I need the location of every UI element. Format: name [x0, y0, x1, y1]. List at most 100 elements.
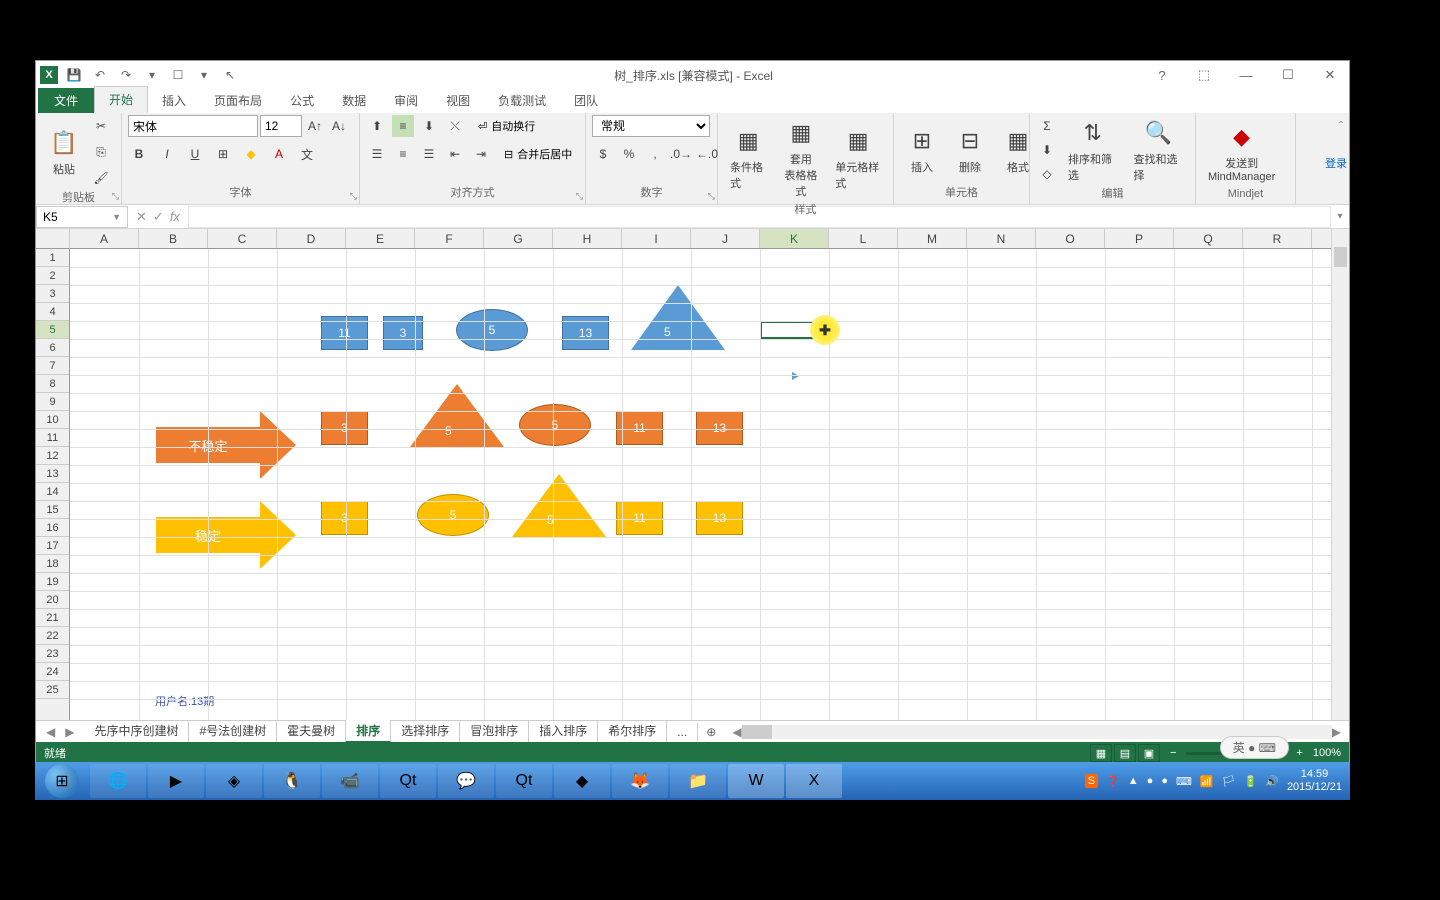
- paste-button[interactable]: 📋 粘贴: [42, 125, 86, 179]
- row-header[interactable]: 13: [36, 465, 69, 483]
- task-vs[interactable]: ◈: [206, 764, 262, 798]
- tray-flag-icon[interactable]: 🏳: [1222, 775, 1236, 788]
- sheet-prev-icon[interactable]: ◀: [46, 725, 55, 739]
- cut-icon[interactable]: ✂: [90, 115, 112, 137]
- task-potplayer[interactable]: ▶: [148, 764, 204, 798]
- row-header[interactable]: 1: [36, 249, 69, 267]
- help-icon[interactable]: ?: [1147, 65, 1177, 85]
- tray-sogou-icon[interactable]: S: [1085, 774, 1098, 788]
- orientation-icon[interactable]: ⤬: [444, 115, 466, 137]
- col-header[interactable]: K: [760, 229, 829, 248]
- sheet-more[interactable]: ...: [667, 723, 698, 741]
- percent-icon[interactable]: %: [618, 143, 640, 165]
- row-header[interactable]: 7: [36, 357, 69, 375]
- cancel-formula-icon[interactable]: ✕: [136, 209, 147, 225]
- tray-app2-icon[interactable]: ●: [1161, 775, 1168, 787]
- clear-icon[interactable]: ◇: [1036, 163, 1058, 185]
- add-sheet-icon[interactable]: ⊕: [698, 725, 724, 739]
- table-format-button[interactable]: ▦套用 表格格式: [777, 115, 826, 201]
- col-header[interactable]: E: [346, 229, 415, 248]
- cursor-icon[interactable]: ↖: [220, 65, 240, 85]
- format-painter-icon[interactable]: 🖌: [90, 167, 112, 189]
- row-header[interactable]: 12: [36, 447, 69, 465]
- task-explorer[interactable]: 📁: [670, 764, 726, 798]
- sheet-tab[interactable]: 希尔排序: [598, 720, 667, 743]
- task-mindjet[interactable]: ◆: [554, 764, 610, 798]
- zoom-out-icon[interactable]: −: [1170, 747, 1176, 759]
- row-header[interactable]: 15: [36, 501, 69, 519]
- row-header[interactable]: 8: [36, 375, 69, 393]
- col-header[interactable]: H: [553, 229, 622, 248]
- expand-formula-icon[interactable]: ▾: [1331, 211, 1349, 222]
- save-icon[interactable]: 💾: [64, 65, 84, 85]
- row-header[interactable]: 3: [36, 285, 69, 303]
- sort-filter-button[interactable]: ⇅排序和筛选: [1062, 115, 1124, 185]
- increase-font-icon[interactable]: A↑: [304, 115, 326, 137]
- row-header[interactable]: 25: [36, 681, 69, 699]
- task-excel[interactable]: X: [786, 764, 842, 798]
- close-icon[interactable]: ✕: [1315, 65, 1345, 85]
- col-header[interactable]: M: [898, 229, 967, 248]
- align-left-icon[interactable]: ☰: [366, 143, 388, 165]
- wrap-text-button[interactable]: ⏎自动换行: [478, 118, 535, 134]
- touch-icon[interactable]: ☐: [168, 65, 188, 85]
- shape-triangle[interactable]: [631, 285, 725, 350]
- row-header[interactable]: 19: [36, 573, 69, 591]
- align-top-icon[interactable]: ⬆: [366, 115, 388, 137]
- vertical-scrollbar[interactable]: [1331, 229, 1349, 720]
- col-header[interactable]: F: [415, 229, 484, 248]
- fill-color-icon[interactable]: ◆: [240, 143, 262, 165]
- select-all-corner[interactable]: [36, 229, 70, 249]
- undo-icon[interactable]: ↶: [90, 65, 110, 85]
- font-color-icon[interactable]: A: [268, 143, 290, 165]
- align-right-icon[interactable]: ☰: [418, 143, 440, 165]
- row-header[interactable]: 2: [36, 267, 69, 285]
- col-header[interactable]: N: [967, 229, 1036, 248]
- font-launcher-icon[interactable]: ⤡: [350, 191, 357, 202]
- maximize-icon[interactable]: ☐: [1273, 65, 1303, 85]
- increase-decimal-icon[interactable]: .0→: [670, 143, 692, 165]
- tray-up-icon[interactable]: ▲: [1128, 775, 1139, 787]
- shape-rect[interactable]: 3: [321, 411, 368, 445]
- name-box[interactable]: K5▼: [36, 206, 128, 228]
- start-button[interactable]: ⊞: [35, 762, 89, 800]
- redo-icon[interactable]: ↷: [116, 65, 136, 85]
- row-header[interactable]: 6: [36, 339, 69, 357]
- row-header[interactable]: 4: [36, 303, 69, 321]
- hscroll-left-icon[interactable]: ◀: [732, 725, 741, 739]
- col-header[interactable]: G: [484, 229, 553, 248]
- task-chat[interactable]: 💬: [438, 764, 494, 798]
- task-chrome[interactable]: 🌐: [90, 764, 146, 798]
- tray-app1-icon[interactable]: ●: [1147, 775, 1154, 787]
- decrease-indent-icon[interactable]: ⇤: [444, 143, 466, 165]
- row-header[interactable]: 11: [36, 429, 69, 447]
- align-center-icon[interactable]: ≡: [392, 143, 414, 165]
- cells-canvas[interactable]: 11 3 5 13 5 不稳定 3 5 5 11 13 稳定: [70, 249, 1331, 720]
- task-word[interactable]: W: [728, 764, 784, 798]
- col-header[interactable]: R: [1243, 229, 1312, 248]
- sheet-tab[interactable]: 冒泡排序: [460, 720, 529, 743]
- sheet-next-icon[interactable]: ▶: [65, 725, 74, 739]
- font-size-combo[interactable]: [260, 115, 302, 137]
- zoom-level[interactable]: 100%: [1313, 747, 1341, 759]
- fill-icon[interactable]: ⬇: [1036, 139, 1058, 161]
- sheet-tab[interactable]: 排序: [346, 720, 391, 743]
- task-firefox[interactable]: 🦊: [612, 764, 668, 798]
- tab-formulas[interactable]: 公式: [276, 88, 328, 113]
- shape-rect[interactable]: 13: [696, 501, 743, 535]
- row-header[interactable]: 23: [36, 645, 69, 663]
- tab-home[interactable]: 开始: [94, 86, 148, 113]
- col-header[interactable]: O: [1036, 229, 1105, 248]
- tray-clock[interactable]: 14:59 2015/12/21: [1287, 768, 1342, 794]
- login-link[interactable]: 登录: [1325, 155, 1347, 171]
- tab-data[interactable]: 数据: [328, 88, 380, 113]
- fx-icon[interactable]: fx: [170, 209, 180, 224]
- shape-ellipse[interactable]: 5: [456, 309, 528, 351]
- arrow-stable[interactable]: 稳定: [156, 501, 296, 569]
- row-header[interactable]: 18: [36, 555, 69, 573]
- sheet-tab[interactable]: 插入排序: [529, 720, 598, 743]
- cell-styles-button[interactable]: ▦单元格样式: [829, 123, 887, 193]
- row-header[interactable]: 14: [36, 483, 69, 501]
- minimize-icon[interactable]: —: [1231, 65, 1261, 85]
- conditional-format-button[interactable]: ▦条件格式: [724, 123, 773, 193]
